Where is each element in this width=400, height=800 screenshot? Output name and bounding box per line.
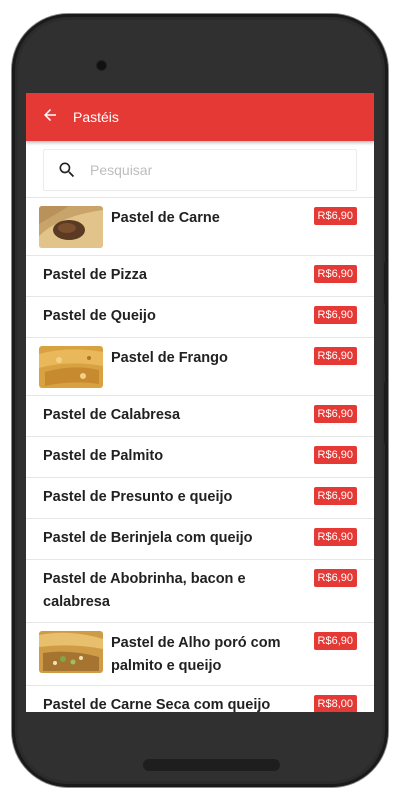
app-bar: Pastéis: [26, 93, 374, 141]
item-name: Pastel de Presunto e queijo: [43, 489, 233, 505]
search-input[interactable]: [90, 162, 330, 178]
list-item[interactable]: Pastel de Calabresa R$6,90: [26, 396, 374, 437]
item-name: Pastel de Pizza: [43, 267, 147, 283]
price-badge: R$6,90: [313, 405, 357, 423]
list-item[interactable]: Pastel de Abobrinha, bacon e calabresa R…: [26, 560, 374, 623]
search-box[interactable]: [43, 149, 357, 191]
price-badge: R$6,90: [313, 528, 357, 546]
list-item[interactable]: Pastel de Frango R$6,90: [26, 338, 374, 396]
price-badge: R$6,90: [313, 306, 357, 324]
back-button[interactable]: [28, 93, 72, 141]
list-item[interactable]: Pastel de Alho poró com palmito e queijo…: [26, 623, 374, 686]
page-title: Pastéis: [73, 109, 119, 125]
item-name: Pastel de Carne Seca com queijo: [43, 697, 271, 712]
pastel-alho-poro-photo: [39, 631, 103, 673]
volume-button: [384, 262, 388, 304]
price-badge: R$6,90: [313, 265, 357, 283]
arrow-back-icon: [41, 106, 59, 129]
price-badge: R$6,90: [313, 446, 357, 464]
product-list: Pastel de Carne R$6,90 Pastel de Pizza R…: [26, 197, 374, 712]
list-item[interactable]: Pastel de Berinjela com queijo R$6,90: [26, 519, 374, 560]
price-badge: R$6,90: [313, 207, 357, 225]
search-bar: [26, 141, 374, 197]
list-item[interactable]: Pastel de Carne Seca com queijo R$8,00: [26, 686, 374, 712]
list-item[interactable]: Pastel de Queijo R$6,90: [26, 297, 374, 338]
list-item[interactable]: Pastel de Pizza R$6,90: [26, 256, 374, 297]
price-badge: R$6,90: [313, 569, 357, 587]
power-button: [384, 382, 388, 444]
price-badge: R$6,90: [313, 347, 357, 365]
item-name: Pastel de Palmito: [43, 448, 164, 464]
price-badge: R$6,90: [313, 487, 357, 505]
item-name: Pastel de Abobrinha, bacon e calabresa: [43, 571, 246, 610]
search-icon: [44, 160, 90, 180]
item-name: Pastel de Carne: [111, 210, 220, 226]
item-name: Pastel de Queijo: [43, 308, 156, 324]
item-name: Pastel de Berinjela com queijo: [43, 530, 253, 546]
front-camera: [97, 61, 106, 70]
price-badge: R$8,00: [313, 695, 357, 712]
pastel-frango-photo: [39, 346, 103, 388]
item-name: Pastel de Frango: [111, 350, 228, 366]
app-screen: Pastéis Pastel de Carne R$6,90: [26, 93, 374, 712]
item-name: Pastel de Alho poró com palmito e queijo: [111, 635, 281, 674]
list-item[interactable]: Pastel de Presunto e queijo R$6,90: [26, 478, 374, 519]
price-badge: R$6,90: [313, 632, 357, 650]
item-name: Pastel de Calabresa: [43, 407, 181, 423]
pastel-carne-photo: [39, 206, 103, 248]
list-item[interactable]: Pastel de Carne R$6,90: [26, 198, 374, 256]
bottom-speaker: [143, 759, 280, 771]
list-item[interactable]: Pastel de Palmito R$6,90: [26, 437, 374, 478]
